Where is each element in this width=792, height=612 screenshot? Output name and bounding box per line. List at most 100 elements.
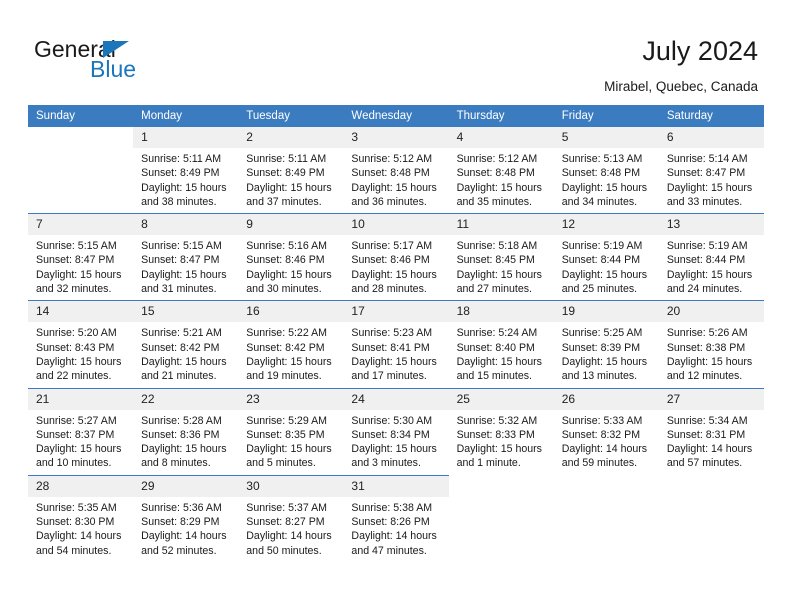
day-number: 13 <box>658 214 764 236</box>
calendar-day-cell[interactable]: 5 Sunrise: 5:13 AM Sunset: 8:48 PM Daylight… <box>553 127 659 213</box>
calendar-day-cell[interactable]: 23 Sunrise: 5:29 AM Sunset: 8:35 PM Dayligh… <box>238 388 344 475</box>
day-number: 14 <box>28 301 134 323</box>
sunrise-text: Sunrise: 5:24 AM <box>456 327 538 340</box>
calendar-day-cell[interactable]: 17 Sunrise: 5:23 AM Sunset: 8:41 PM Dayligh… <box>343 301 449 387</box>
calendar-day-cell[interactable]: 22 Sunrise: 5:28 AM Sunset: 8:36 PM Dayligh… <box>133 388 239 475</box>
sunset-text: Sunset: 8:33 PM <box>456 428 535 441</box>
sunset-text: Sunset: 8:41 PM <box>351 341 430 354</box>
calendar-body: 1 Sunrise: 5:11 AM Sunset: 8:49 PM Daylight… <box>28 127 764 562</box>
sunset-text: Sunset: 8:34 PM <box>351 428 430 441</box>
sunset-text: Sunset: 8:46 PM <box>351 254 430 267</box>
calendar-day-cell[interactable]: 1 Sunrise: 5:11 AM Sunset: 8:49 PM Daylight… <box>133 127 239 213</box>
daylight-text: Daylight: 15 hours <box>666 181 753 194</box>
sunrise-text: Sunrise: 5:33 AM <box>561 414 643 427</box>
day-sun-info: Sunrise: 5:19 AM Sunset: 8:44 PM Daylight:… <box>554 235 659 300</box>
daylight-text: and 10 minutes. <box>36 457 112 470</box>
day-number <box>659 476 764 497</box>
daylight-text: Daylight: 15 hours <box>456 181 542 194</box>
sunrise-text: Sunrise: 5:20 AM <box>36 327 117 340</box>
sunrise-text: Sunrise: 5:22 AM <box>246 327 327 340</box>
daylight-text: Daylight: 15 hours <box>246 355 332 368</box>
day-sun-info: Sunrise: 5:17 AM Sunset: 8:46 PM Daylight:… <box>343 235 448 300</box>
sunrise-text: Sunrise: 5:32 AM <box>456 414 538 427</box>
day-number: 27 <box>658 388 764 410</box>
calendar-day-cell[interactable]: 7 Sunrise: 5:15 AM Sunset: 8:47 PM Daylight… <box>28 214 134 300</box>
calendar-day-cell[interactable]: 25 Sunrise: 5:32 AM Sunset: 8:33 PM Dayligh… <box>448 388 554 475</box>
calendar-day-cell[interactable]: 13 Sunrise: 5:19 AM Sunset: 8:44 PM Dayligh… <box>658 214 764 300</box>
sunset-text: Sunset: 8:44 PM <box>666 254 746 267</box>
calendar-day-cell[interactable]: 21 Sunrise: 5:27 AM Sunset: 8:37 PM Dayligh… <box>28 388 134 475</box>
weekday-header-sunday: Sunday <box>28 105 134 127</box>
sunrise-text: Sunrise: 5:15 AM <box>36 240 117 253</box>
daylight-text: Daylight: 15 hours <box>351 443 437 456</box>
day-number: 15 <box>133 301 239 323</box>
daylight-text: Daylight: 15 hours <box>141 181 227 194</box>
daylight-text: and 38 minutes. <box>141 195 217 208</box>
day-number: 10 <box>343 214 449 236</box>
calendar-day-cell[interactable]: 27 Sunrise: 5:34 AM Sunset: 8:31 PM Dayligh… <box>658 388 764 475</box>
day-sun-info: Sunrise: 5:23 AM Sunset: 8:41 PM Daylight:… <box>343 322 448 387</box>
sunset-text: Sunset: 8:42 PM <box>141 341 220 354</box>
calendar-day-cell[interactable]: 15 Sunrise: 5:21 AM Sunset: 8:42 PM Dayligh… <box>133 301 239 387</box>
day-sun-info: Sunrise: 5:36 AM Sunset: 8:29 PM Daylight:… <box>133 497 238 562</box>
sunrise-text: Sunrise: 5:18 AM <box>456 240 538 253</box>
calendar-day-cell[interactable]: 16 Sunrise: 5:22 AM Sunset: 8:42 PM Dayligh… <box>238 301 344 387</box>
calendar-day-cell[interactable]: 14 Sunrise: 5:20 AM Sunset: 8:43 PM Dayligh… <box>28 301 134 387</box>
sunrise-text: Sunrise: 5:12 AM <box>351 153 433 165</box>
calendar-page: General Blue July 2024 Mirabel, Quebec, … <box>0 0 792 612</box>
day-sun-info: Sunrise: 5:22 AM Sunset: 8:42 PM Daylight:… <box>238 322 343 387</box>
calendar-day-cell[interactable]: 12 Sunrise: 5:19 AM Sunset: 8:44 PM Dayligh… <box>553 214 659 300</box>
day-sun-info: Sunrise: 5:12 AM Sunset: 8:48 PM Daylight:… <box>449 148 554 213</box>
day-number: 5 <box>553 127 659 148</box>
calendar-day-cell[interactable]: 4 Sunrise: 5:12 AM Sunset: 8:48 PM Daylight… <box>448 127 554 213</box>
page-subtitle-location: Mirabel, Quebec, Canada <box>604 79 758 94</box>
day-number: 23 <box>238 388 344 410</box>
calendar-day-cell[interactable]: 29 Sunrise: 5:36 AM Sunset: 8:29 PM Dayligh… <box>133 475 239 562</box>
calendar-day-cell[interactable]: 24 Sunrise: 5:30 AM Sunset: 8:34 PM Dayligh… <box>343 388 449 475</box>
sunrise-text: Sunrise: 5:26 AM <box>666 327 748 340</box>
daylight-text: and 15 minutes. <box>456 370 532 383</box>
calendar-day-cell[interactable]: 3 Sunrise: 5:12 AM Sunset: 8:48 PM Daylight… <box>343 127 449 213</box>
daylight-text: Daylight: 15 hours <box>351 268 437 281</box>
sunset-text: Sunset: 8:36 PM <box>141 428 220 441</box>
day-number <box>28 127 133 148</box>
daylight-text: Daylight: 15 hours <box>561 268 648 281</box>
weekday-header-friday: Friday <box>553 105 659 127</box>
day-number <box>554 476 659 497</box>
calendar-day-cell[interactable]: 6 Sunrise: 5:14 AM Sunset: 8:47 PM Daylight… <box>658 127 764 213</box>
calendar-empty-cell <box>449 476 554 562</box>
sunrise-text: Sunrise: 5:23 AM <box>351 327 433 340</box>
daylight-text: Daylight: 15 hours <box>456 443 542 456</box>
daylight-text: Daylight: 15 hours <box>141 443 227 456</box>
daylight-text: Daylight: 14 hours <box>36 530 122 543</box>
sunrise-text: Sunrise: 5:13 AM <box>561 153 643 165</box>
daylight-text: Daylight: 15 hours <box>246 443 332 456</box>
daylight-text: and 31 minutes. <box>141 283 217 296</box>
day-number: 31 <box>343 475 449 497</box>
sunrise-text: Sunrise: 5:37 AM <box>246 501 327 514</box>
sunrise-text: Sunrise: 5:30 AM <box>351 414 433 427</box>
calendar-day-cell[interactable]: 2 Sunrise: 5:11 AM Sunset: 8:49 PM Daylight… <box>238 127 344 213</box>
day-number: 3 <box>343 127 449 148</box>
calendar-day-cell[interactable]: 19 Sunrise: 5:25 AM Sunset: 8:39 PM Dayligh… <box>553 301 659 387</box>
calendar-day-cell[interactable]: 8 Sunrise: 5:15 AM Sunset: 8:47 PM Daylight… <box>133 214 239 300</box>
sunset-text: Sunset: 8:39 PM <box>561 341 641 354</box>
daylight-text: and 35 minutes. <box>456 195 532 208</box>
calendar-day-cell[interactable]: 11 Sunrise: 5:18 AM Sunset: 8:45 PM Dayligh… <box>448 214 554 300</box>
calendar-day-cell[interactable]: 31 Sunrise: 5:38 AM Sunset: 8:26 PM Dayligh… <box>343 475 449 562</box>
daylight-text: Daylight: 15 hours <box>246 181 332 194</box>
calendar-day-cell[interactable]: 28 Sunrise: 5:35 AM Sunset: 8:30 PM Dayligh… <box>28 475 134 562</box>
day-number: 17 <box>343 301 449 323</box>
day-sun-info: Sunrise: 5:20 AM Sunset: 8:43 PM Daylight:… <box>28 322 133 387</box>
calendar-day-cell[interactable]: 18 Sunrise: 5:24 AM Sunset: 8:40 PM Dayligh… <box>448 301 554 387</box>
calendar-week-row: 21 Sunrise: 5:27 AM Sunset: 8:37 PM Dayligh… <box>28 388 764 475</box>
sunset-text: Sunset: 8:31 PM <box>666 428 746 441</box>
calendar-day-cell[interactable]: 26 Sunrise: 5:33 AM Sunset: 8:32 PM Dayligh… <box>553 388 659 475</box>
weekday-header-wednesday: Wednesday <box>343 105 449 127</box>
calendar-day-cell[interactable]: 30 Sunrise: 5:37 AM Sunset: 8:27 PM Dayligh… <box>238 475 344 562</box>
calendar-day-cell[interactable]: 20 Sunrise: 5:26 AM Sunset: 8:38 PM Dayligh… <box>658 301 764 387</box>
calendar-day-cell[interactable]: 9 Sunrise: 5:16 AM Sunset: 8:46 PM Daylight… <box>238 214 344 300</box>
sunrise-text: Sunrise: 5:27 AM <box>36 414 117 427</box>
calendar-empty-cell <box>659 476 764 562</box>
calendar-day-cell[interactable]: 10 Sunrise: 5:17 AM Sunset: 8:46 PM Dayligh… <box>343 214 449 300</box>
